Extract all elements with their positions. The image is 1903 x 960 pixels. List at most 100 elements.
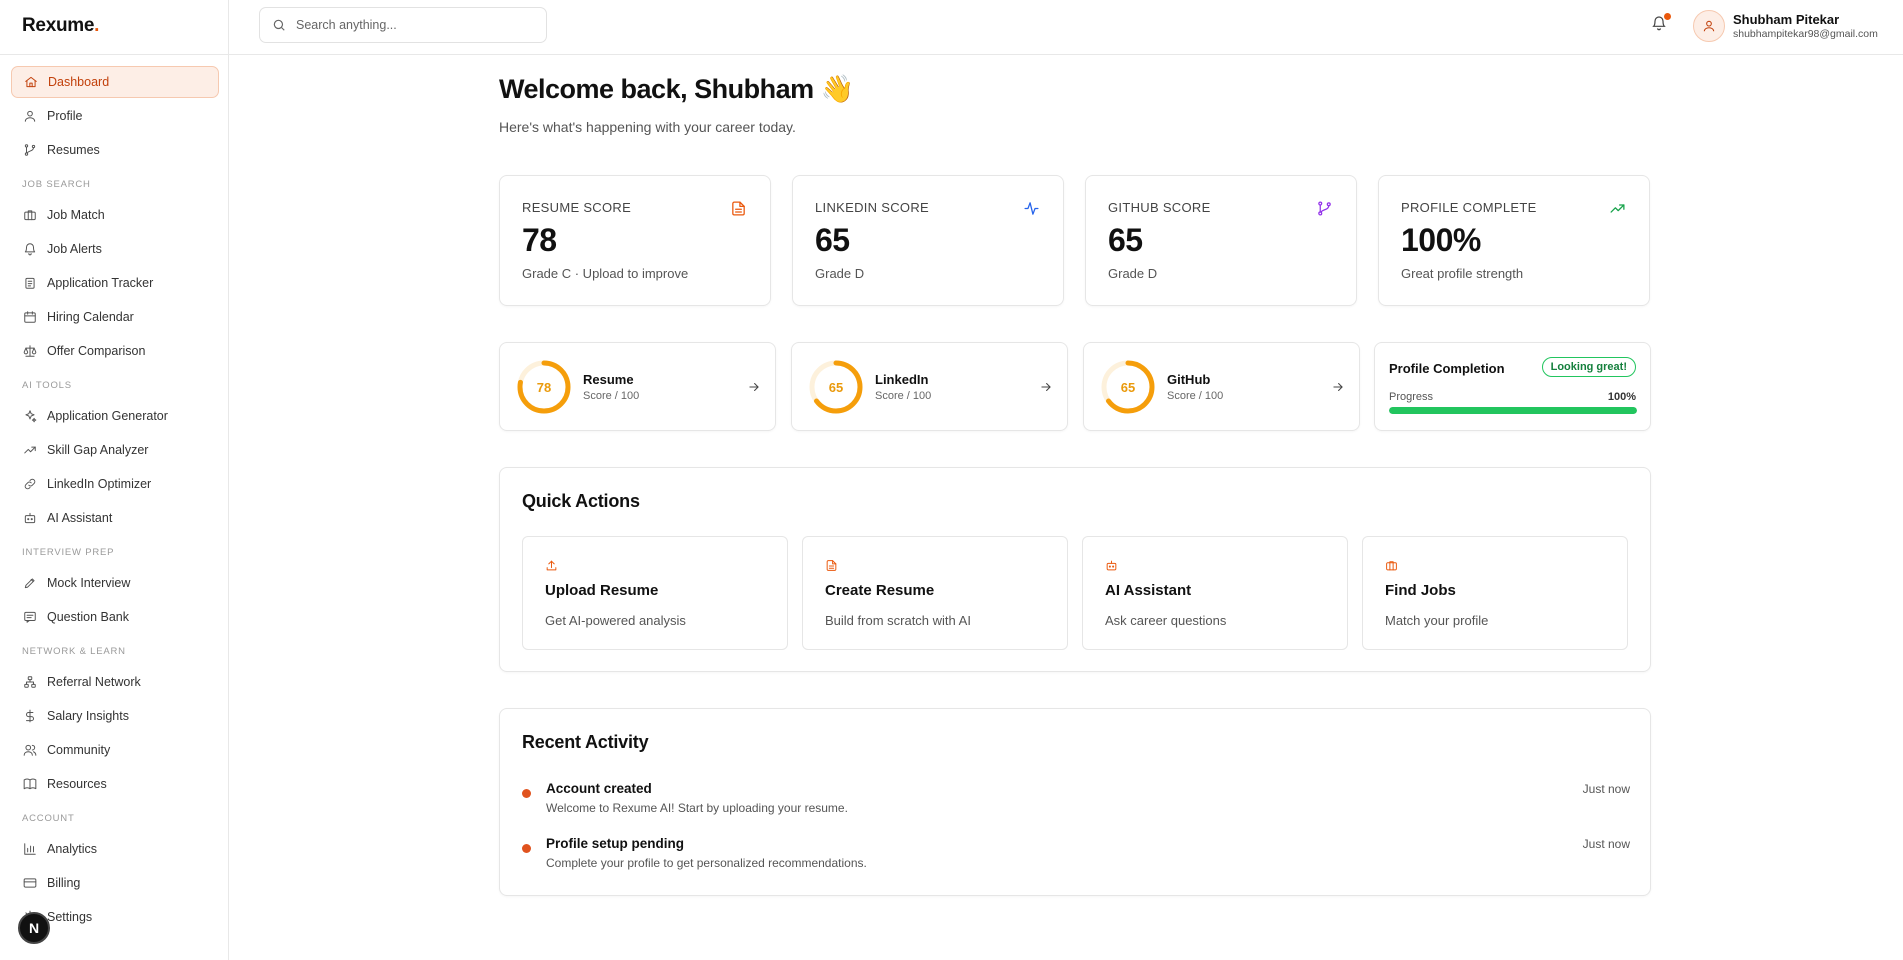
progress-bar [1389,407,1637,414]
activity-time: Just now [1582,782,1630,796]
score-card-resume[interactable]: 78 Resume Score / 100 [499,342,776,431]
stat-card-profile-complete: PROFILE COMPLETE 100% Great profile streng… [1378,175,1650,306]
file-text-icon [732,201,745,216]
bell-icon-wrap [22,241,38,257]
sidebar-item-label: Profile [47,109,83,123]
calendar-icon [24,311,36,323]
sidebar-item-label: LinkedIn Optimizer [47,477,152,491]
sidebar-item-offer-comparison[interactable]: Offer Comparison [11,335,219,367]
sidebar-section-label: INTERVIEW PREP [22,547,115,558]
scale-icon [23,345,37,357]
arrow-right-icon[interactable] [1039,380,1053,394]
quick-action-title: Upload Resume [545,582,659,599]
link-icon [24,478,36,490]
activity-title: Account created [546,781,652,796]
sidebar-item-job-alerts[interactable]: Job Alerts [11,233,219,265]
sidebar-item-label: Mock Interview [47,576,131,590]
sidebar-item-salary-insights[interactable]: Salary Insights [11,700,219,732]
stat-value: 78 [522,222,557,258]
quick-action-icon [1105,559,1119,573]
top-header: Shubham Pitekar shubhampitekar98@gmail.c… [229,0,1903,55]
sidebar-item-label: Application Tracker [47,276,154,290]
dollar-icon [26,709,34,723]
sidebar-item-linkedin-optimizer[interactable]: LinkedIn Optimizer [11,468,219,500]
sidebar-item-dashboard[interactable]: Dashboard [11,66,219,98]
avatar[interactable] [1693,10,1725,42]
sidebar-item-mock-interview[interactable]: Mock Interview [11,567,219,599]
search-input[interactable] [296,18,526,32]
sidebar-item-question-bank[interactable]: Question Bank [11,601,219,633]
scale-icon-wrap [22,343,38,359]
user-name[interactable]: Shubham Pitekar [1733,12,1839,27]
sidebar-item-label: Settings [47,910,93,924]
quick-action-find-jobs[interactable]: Find Jobs Match your profile [1362,536,1628,650]
quick-action-icon [545,559,559,573]
sidebar-item-ai-assistant[interactable]: AI Assistant [11,502,219,534]
file-text-icon [826,560,837,571]
stat-value: 65 [1108,222,1143,258]
search-box[interactable] [259,7,547,43]
score-ring-value: 65 [1120,379,1136,395]
bar-chart-icon [24,843,36,855]
activity-icon [1024,202,1039,215]
git-branch-icon [24,144,36,156]
clipboard-icon-wrap [22,275,38,291]
sidebar-item-application-generator[interactable]: Application Generator [11,400,219,432]
calendar-icon-wrap [22,309,38,325]
score-name: LinkedIn [875,372,929,387]
message-square-icon-wrap [22,609,38,625]
sidebar-item-job-match[interactable]: Job Match [11,199,219,231]
sidebar-item-profile[interactable]: Profile [11,100,219,132]
sidebar-item-label: Skill Gap Analyzer [47,443,149,457]
quick-actions-title: Quick Actions [522,491,640,511]
brand-logo[interactable]: Rexume. [22,15,99,37]
search-icon [273,19,285,31]
quick-action-ai-assistant[interactable]: AI Assistant Ask career questions [1082,536,1348,650]
sidebar-item-referral-network[interactable]: Referral Network [11,666,219,698]
sidebar-item-analytics[interactable]: Analytics [11,833,219,865]
notifications-button[interactable] [1651,13,1671,35]
quick-action-desc: Build from scratch with AI [825,613,971,628]
sidebar-divider [0,54,229,55]
users-icon [23,744,37,756]
activity-item: Account created Welcome to Rexume AI! Sta… [522,781,1630,821]
arrow-right-icon[interactable] [1331,380,1345,394]
score-card-github[interactable]: 65 GitHub Score / 100 [1083,342,1360,431]
sidebar-item-resumes[interactable]: Resumes [11,134,219,166]
stat-label: LINKEDIN SCORE [815,200,930,215]
sidebar-item-skill-gap-analyzer[interactable]: Skill Gap Analyzer [11,434,219,466]
activity-desc: Welcome to Rexume AI! Start by uploading… [546,801,848,815]
stat-card-github-score: GITHUB SCORE 65 Grade D [1085,175,1357,306]
quick-action-upload-resume[interactable]: Upload Resume Get AI-powered analysis [522,536,788,650]
score-card-linkedin[interactable]: 65 LinkedIn Score / 100 [791,342,1068,431]
stat-label: RESUME SCORE [522,200,632,215]
sidebar-item-billing[interactable]: Billing [11,867,219,899]
arrow-right-icon[interactable] [747,380,761,394]
sidebar-item-label: Hiring Calendar [47,310,134,324]
next-dev-badge[interactable]: N [18,912,50,944]
stat-icon [1316,200,1334,218]
bot-icon [1106,560,1117,571]
sidebar-item-application-tracker[interactable]: Application Tracker [11,267,219,299]
pen-icon [24,578,35,589]
sidebar-item-label: Dashboard [48,75,110,89]
trending-up-icon-wrap [22,442,38,458]
sidebar-item-hiring-calendar[interactable]: Hiring Calendar [11,301,219,333]
sidebar-item-resources[interactable]: Resources [11,768,219,800]
quick-action-title: Find Jobs [1385,582,1456,599]
score-sub: Score / 100 [875,390,932,402]
sidebar-section-label: NETWORK & LEARN [22,646,126,657]
link-icon-wrap [22,476,38,492]
score-ring-value: 65 [828,379,844,395]
sidebar-item-label: Job Alerts [47,242,102,256]
sidebar-item-label: Analytics [47,842,98,856]
activity-desc: Complete your profile to get personalize… [546,856,867,870]
quick-action-title: Create Resume [825,582,935,599]
sidebar-item-community[interactable]: Community [11,734,219,766]
profile-completion-title: Profile Completion [1389,361,1505,376]
score-sub: Score / 100 [1167,390,1224,402]
sidebar-item-label: Offer Comparison [47,344,146,358]
quick-action-create-resume[interactable]: Create Resume Build from scratch with AI [802,536,1068,650]
stat-card-resume-score: RESUME SCORE 78 Grade C · Upload to improv… [499,175,771,306]
stat-note: Grade C · Upload to improve [522,266,689,281]
